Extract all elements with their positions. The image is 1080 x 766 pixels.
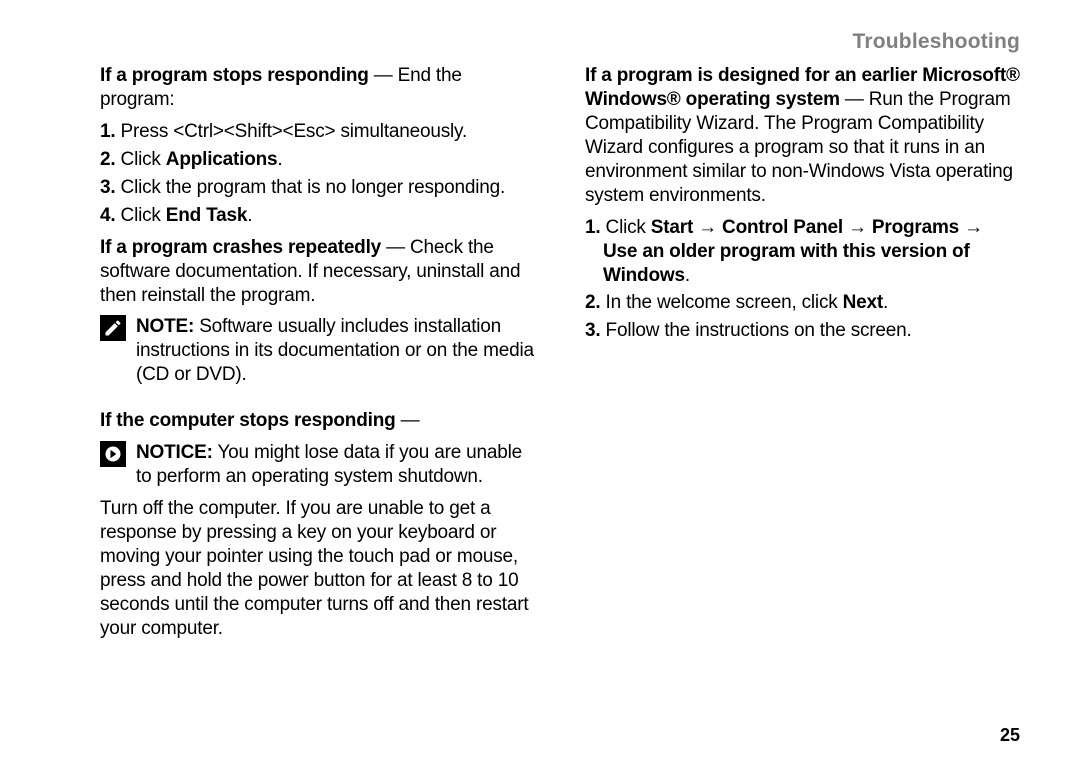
- heading-lead: If a program stops responding: [100, 65, 369, 86]
- step-item: 1. Click Start → Control Panel → Program…: [585, 216, 1020, 288]
- heading-dash: —: [840, 89, 869, 110]
- section-heading-1: If a program stops responding — End the …: [100, 64, 535, 112]
- step-bold: Next: [843, 292, 883, 313]
- step-bold: End Task: [166, 205, 247, 226]
- step-post: .: [883, 292, 888, 313]
- step-text: Click: [606, 217, 651, 238]
- step-post: .: [247, 205, 252, 226]
- step-num: 3.: [100, 177, 115, 198]
- page: Troubleshooting If a program stops respo…: [0, 0, 1080, 766]
- heading-dash: —: [396, 410, 420, 431]
- note-body: Software usually includes installation i…: [136, 316, 534, 385]
- pencil-icon: [100, 315, 126, 341]
- step-bold: Start → Control Panel → Programs → Use a…: [603, 217, 983, 286]
- note-label: NOTE:: [136, 316, 194, 337]
- notice-label: NOTICE:: [136, 442, 213, 463]
- heading-lead: If the computer stops responding: [100, 410, 396, 431]
- heading-dash: —: [369, 65, 398, 86]
- note-text: NOTE: Software usually includes installa…: [136, 315, 535, 387]
- step-text: Follow the instructions on the screen.: [606, 320, 912, 341]
- header-title: Troubleshooting: [100, 30, 1020, 54]
- note-block: NOTE: Software usually includes installa…: [100, 315, 535, 387]
- step-num: 4.: [100, 205, 115, 226]
- step-num: 1.: [100, 121, 115, 142]
- step-num: 1.: [585, 217, 600, 238]
- section-heading-2: If a program crashes repeatedly — Check …: [100, 236, 535, 308]
- steps-list-r: 1. Click Start → Control Panel → Program…: [585, 216, 1020, 344]
- step-item: 1. Press <Ctrl><Shift><Esc> simultaneous…: [100, 120, 535, 144]
- step-item: 3. Follow the instructions on the screen…: [585, 319, 1020, 343]
- step-item: 2. Click Applications.: [100, 148, 535, 172]
- step-num: 2.: [585, 292, 600, 313]
- step-bold: Applications: [166, 149, 278, 170]
- arrow-circle-icon: [100, 441, 126, 467]
- step-item: 4. Click End Task.: [100, 204, 535, 228]
- step-text: Click the program that is no longer resp…: [121, 177, 506, 198]
- step-text: Press <Ctrl><Shift><Esc> simultaneously.: [121, 121, 467, 142]
- notice-block: NOTICE: You might lose data if you are u…: [100, 441, 535, 489]
- heading-dash: —: [381, 237, 410, 258]
- step-text: Click: [121, 149, 166, 170]
- content-columns: If a program stops responding — End the …: [100, 64, 1020, 649]
- section-heading-r1: If a program is designed for an earlier …: [585, 64, 1020, 208]
- page-number: 25: [1000, 725, 1020, 746]
- left-column: If a program stops responding — End the …: [100, 64, 535, 649]
- step-post: .: [685, 265, 690, 286]
- step-post: .: [277, 149, 282, 170]
- steps-list-1: 1. Press <Ctrl><Shift><Esc> simultaneous…: [100, 120, 535, 228]
- heading-lead: If a program crashes repeatedly: [100, 237, 381, 258]
- step-text: Click: [121, 205, 166, 226]
- step-item: 3. Click the program that is no longer r…: [100, 176, 535, 200]
- section-heading-3: If the computer stops responding —: [100, 409, 535, 433]
- step-item: 2. In the welcome screen, click Next.: [585, 291, 1020, 315]
- right-column: If a program is designed for an earlier …: [585, 64, 1020, 649]
- step-num: 2.: [100, 149, 115, 170]
- step-num: 3.: [585, 320, 600, 341]
- notice-text: NOTICE: You might lose data if you are u…: [136, 441, 535, 489]
- step-text: In the welcome screen, click: [606, 292, 843, 313]
- paragraph-last: Turn off the computer. If you are unable…: [100, 497, 535, 641]
